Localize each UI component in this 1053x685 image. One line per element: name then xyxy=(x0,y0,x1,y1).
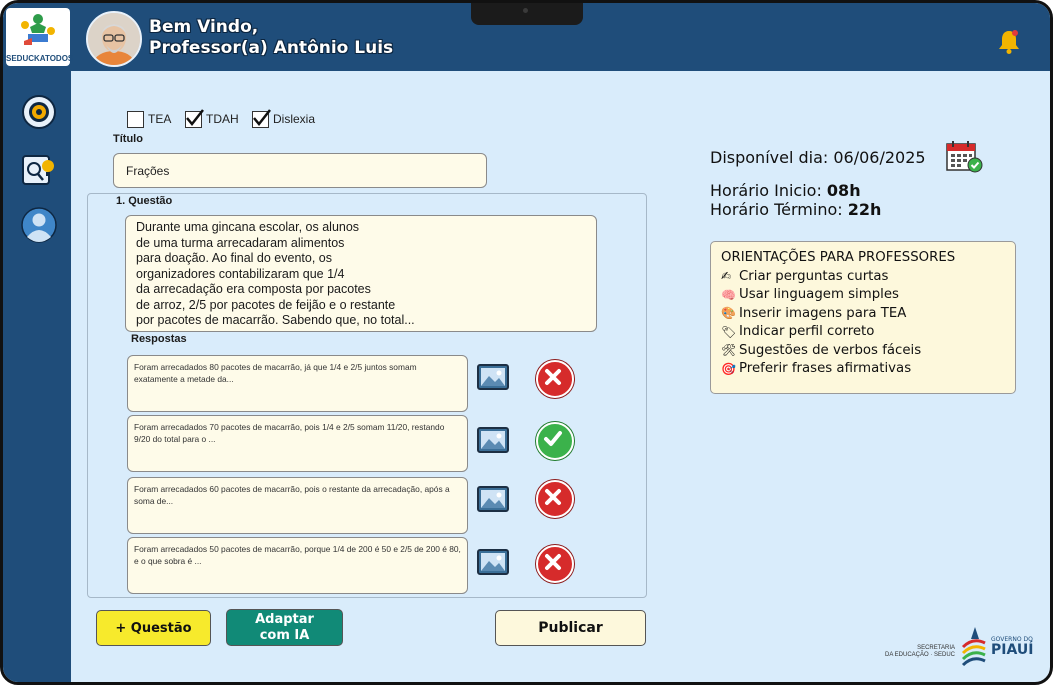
wrong-answer-toggle-4[interactable] xyxy=(536,545,574,583)
guideline-item: 🎯 Preferir frases afirmativas xyxy=(721,360,1005,379)
notification-bell[interactable] xyxy=(997,29,1021,60)
guidelines-title: ORIENTAÇÕES PARA PROFESSORES xyxy=(721,250,956,265)
sidebar-item-profile[interactable] xyxy=(21,207,57,243)
wrong-answer-toggle-1[interactable] xyxy=(536,360,574,398)
availability-date: Disponível dia: 06/06/2025 xyxy=(710,148,926,167)
filter-tea[interactable]: TEA xyxy=(127,109,171,129)
welcome-text: Bem Vindo, Professor(a) Antônio Luis xyxy=(149,17,393,59)
tdah-checkbox[interactable] xyxy=(185,108,204,128)
ideas-icon xyxy=(22,155,54,185)
answer-field-2[interactable]: Foram arrecadados 70 pacotes de macarrão… xyxy=(127,415,468,472)
check-icon xyxy=(186,108,204,126)
insert-image-button-2[interactable] xyxy=(477,427,509,453)
logo-text: SEDUCKATODOS xyxy=(6,54,74,63)
checkmark-icon xyxy=(544,431,562,446)
title-label: Título xyxy=(113,133,143,145)
secretaria-line1: SECRETARIA xyxy=(917,645,955,651)
end-time: Horário Término: 22h xyxy=(710,200,881,219)
publish-button[interactable]: Publicar xyxy=(495,610,646,646)
answer-field-4[interactable]: Foram arrecadados 50 pacotes de macarrão… xyxy=(127,537,468,594)
insert-image-button-3[interactable] xyxy=(477,486,509,512)
insert-image-button-1[interactable] xyxy=(477,364,509,390)
end-time-label: Horário Término: xyxy=(710,200,848,219)
filter-dislexia[interactable]: Dislexia xyxy=(252,108,316,129)
image-icon xyxy=(481,431,505,449)
guideline-text: Criar perguntas curtas xyxy=(739,268,889,284)
tdah-label: TDAH xyxy=(206,112,239,126)
label-icon: 🏷 xyxy=(721,324,737,339)
start-time-value: 08h xyxy=(826,181,861,200)
guideline-item: 🧠 Usar linguagem simples xyxy=(721,286,1005,305)
palette-icon: 🎨 xyxy=(721,306,736,321)
calendar-button[interactable] xyxy=(945,140,983,179)
title-input[interactable]: Frações xyxy=(113,153,487,188)
teacher-name: Professor(a) Antônio Luis xyxy=(149,38,394,58)
guideline-text: Inserir imagens para TEA xyxy=(739,305,907,321)
availability-text: Disponível dia: 06/06/2025 xyxy=(710,148,926,167)
guideline-item: 🛠 Sugestões de verbos fáceis xyxy=(721,341,1005,360)
question-label: 1. Questão xyxy=(116,195,173,207)
close-icon xyxy=(545,554,561,570)
teacher-avatar-icon xyxy=(88,13,140,65)
image-icon xyxy=(481,490,505,508)
brain-icon: 🧠 xyxy=(721,287,736,302)
guidelines-card: ORIENTAÇÕES PARA PROFESSORES ✍ Criar perg… xyxy=(710,241,1016,394)
logo-art-icon xyxy=(21,14,55,45)
tea-checkbox[interactable] xyxy=(127,110,144,128)
avatar[interactable] xyxy=(86,11,142,67)
sidebar-item-ideas[interactable] xyxy=(21,151,57,187)
guideline-text: Preferir frases afirmativas xyxy=(739,361,912,377)
guideline-item: ✍ Criar perguntas curtas xyxy=(721,267,1005,286)
guideline-item: 🎨 Inserir imagens para TEA xyxy=(721,304,1005,323)
start-time: Horário Inicio: 08h xyxy=(710,181,861,200)
guideline-item: 🏷 Indicar perfil correto xyxy=(721,323,1005,342)
gear-icon xyxy=(22,95,56,129)
secretaria-line2: DA EDUCAÇÃO · SEDUC xyxy=(884,652,955,658)
guideline-text: Usar linguagem simples xyxy=(739,287,899,303)
adapt-ai-label-line1: Adaptar xyxy=(255,611,314,627)
add-question-button[interactable]: + Questão xyxy=(96,610,211,646)
end-time-value: 22h xyxy=(847,200,882,219)
answer-field-3[interactable]: Foram arrecadados 60 pacotes de macarrão… xyxy=(127,477,468,534)
correct-answer-toggle-2[interactable] xyxy=(536,422,574,460)
close-icon xyxy=(545,369,561,385)
start-time-label: Horário Inicio: xyxy=(710,181,827,200)
adapt-ai-button[interactable]: Adaptar com IA xyxy=(226,609,343,646)
writing-hand-icon: ✍ xyxy=(721,269,732,284)
calendar-icon xyxy=(946,141,983,173)
image-icon xyxy=(481,368,505,386)
camera-notch xyxy=(471,3,583,25)
wrong-answer-toggle-3[interactable] xyxy=(536,480,574,518)
guideline-text: Indicar perfil correto xyxy=(739,324,875,340)
answers-label: Respostas xyxy=(131,333,187,345)
app-logo[interactable]: SEDUCKATODOS xyxy=(6,8,74,66)
close-icon xyxy=(545,489,561,505)
answer-field-1[interactable]: Foram arrecadados 80 pacotes de macarrão… xyxy=(127,355,468,412)
check-icon xyxy=(253,108,271,126)
dislexia-label: Dislexia xyxy=(273,112,316,126)
sidebar xyxy=(3,71,71,682)
insert-image-button-4[interactable] xyxy=(477,549,509,575)
filter-tdah[interactable]: TDAH xyxy=(185,108,239,129)
guideline-text: Sugestões de verbos fáceis xyxy=(739,342,922,358)
gov-line2: PIAUÍ xyxy=(991,642,1034,658)
user-icon xyxy=(21,207,57,243)
tools-icon: 🛠 xyxy=(721,343,737,358)
tea-label: TEA xyxy=(148,112,172,126)
sidebar-item-settings[interactable] xyxy=(21,94,57,130)
welcome-line: Bem Vindo, xyxy=(149,17,259,37)
target-icon: 🎯 xyxy=(721,361,736,376)
app-frame: SEDUCKATODOS Bem Vindo, Professor(a) Ant… xyxy=(0,0,1053,685)
piaui-emblem-icon xyxy=(961,627,986,667)
question-textarea[interactable]: Durante uma gincana escolar, os alunos d… xyxy=(125,215,597,332)
bell-icon xyxy=(999,30,1019,54)
dislexia-checkbox[interactable] xyxy=(252,108,271,128)
image-icon xyxy=(481,553,505,571)
adapt-ai-label-line2: com IA xyxy=(259,627,310,643)
